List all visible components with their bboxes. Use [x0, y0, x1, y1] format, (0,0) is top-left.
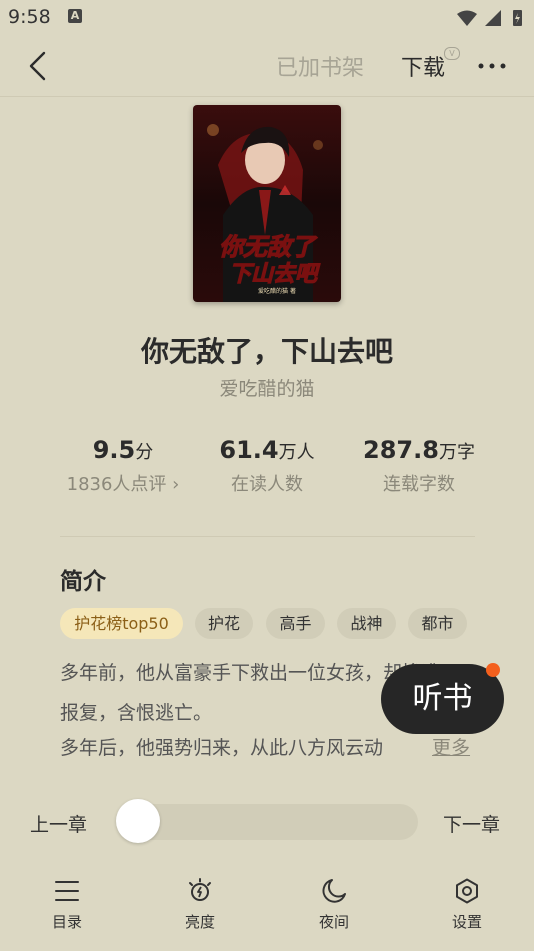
book-title: 你无敌了，下山去吧	[140, 335, 393, 368]
tag-item[interactable]: 战神	[337, 608, 396, 639]
header-divider	[0, 96, 534, 97]
settings-icon	[456, 878, 478, 904]
added-to-shelf-button[interactable]: 已加书架	[276, 50, 364, 82]
vip-badge: V	[444, 47, 460, 60]
wordcount-label: 连载字数	[383, 474, 455, 495]
chevron-left-icon	[29, 51, 46, 81]
wordcount-value: 287.8	[363, 436, 439, 464]
intro-more-link[interactable]: 更多	[432, 733, 470, 760]
tag-item[interactable]: 护花	[195, 608, 253, 639]
prev-chapter-button[interactable]: 上一章	[30, 810, 87, 837]
tag-item[interactable]: 都市	[408, 608, 467, 639]
wordcount-unit: 万字	[438, 442, 475, 463]
listen-button[interactable]: 听书	[381, 664, 504, 734]
nav-night[interactable]: 夜间	[294, 878, 374, 932]
intro-text-line: 多年前，他从富豪手下救出一位女孩，却惨遭	[60, 662, 441, 684]
notification-icon: A	[68, 9, 82, 23]
cover-title-line1: 你无敌了	[219, 233, 318, 261]
nav-label: 目录	[51, 913, 82, 931]
brightness-icon	[189, 878, 211, 901]
nav-brightness[interactable]: 亮度	[160, 878, 240, 932]
nav-toc[interactable]: 目录	[27, 878, 107, 932]
readers-unit: 万人	[278, 442, 315, 463]
wordcount-stat: 287.8万字 连载字数	[330, 436, 508, 496]
nav-label: 设置	[451, 913, 482, 931]
status-time: 9:58	[8, 6, 51, 28]
download-button[interactable]: 下载	[401, 50, 445, 82]
signal-icon	[485, 10, 501, 26]
section-divider	[60, 536, 475, 537]
cover-author: 爱吃醋的猫 著	[258, 287, 296, 295]
back-button[interactable]	[22, 48, 56, 84]
tag-ranking[interactable]: 护花榜top50	[60, 608, 183, 639]
rating-value: 9.5	[92, 436, 136, 464]
rating-unit: 分	[135, 442, 154, 463]
intro-heading: 简介	[60, 569, 106, 595]
notification-dot	[486, 663, 500, 677]
list-icon	[55, 881, 79, 901]
intro-text-line: 报复，含恨逃亡。	[60, 702, 213, 724]
nav-label: 亮度	[184, 913, 215, 931]
nav-settings[interactable]: 设置	[427, 878, 507, 932]
nav-label: 夜间	[318, 913, 349, 931]
chapter-progress-slider[interactable]	[118, 804, 418, 840]
moon-icon	[322, 879, 346, 903]
more-options-button[interactable]	[476, 52, 508, 80]
intro-text-line: 多年后，他强势归来，从此八方风云动	[60, 737, 384, 759]
book-author[interactable]: 爱吃醋的猫	[0, 374, 534, 401]
status-icons	[457, 10, 522, 26]
book-cover[interactable]: 你无敌了 下山去吧 爱吃醋的猫 著	[193, 105, 341, 302]
next-chapter-button[interactable]: 下一章	[443, 810, 500, 837]
cover-title-line2: 下山去吧	[229, 262, 321, 287]
wifi-icon	[457, 10, 477, 26]
slider-thumb[interactable]	[116, 799, 160, 843]
readers-value: 61.4	[219, 436, 279, 464]
tag-item[interactable]: 高手	[266, 608, 325, 639]
